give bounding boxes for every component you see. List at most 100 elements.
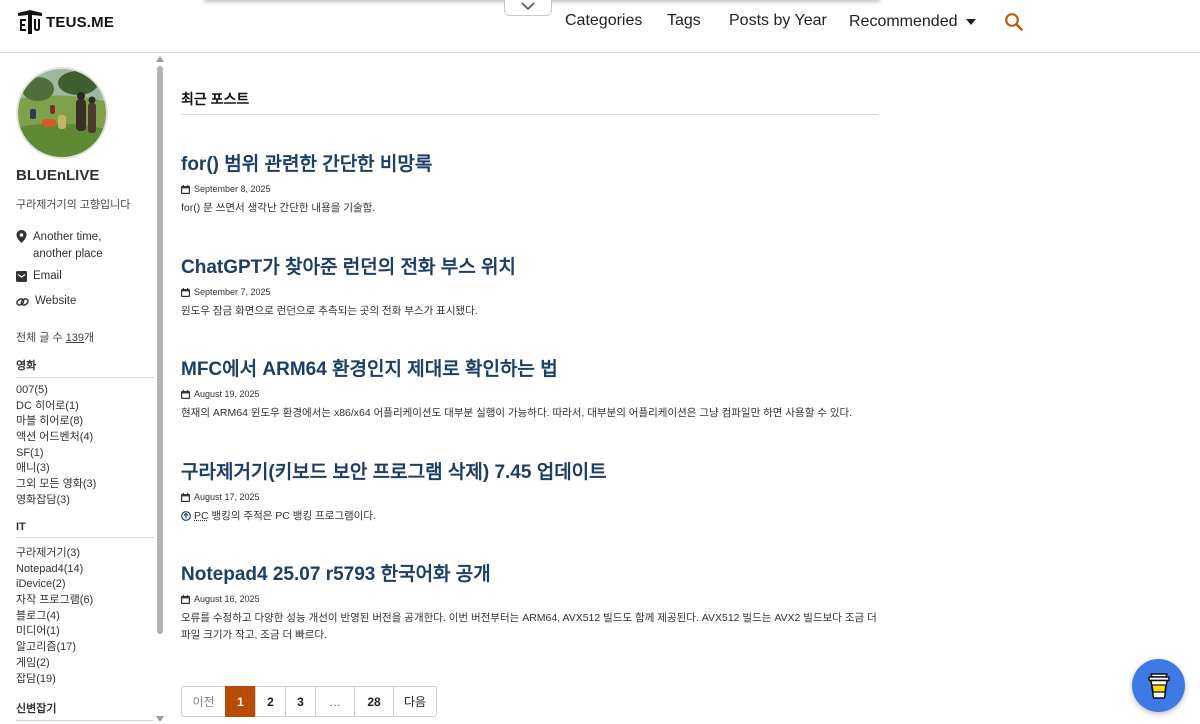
category-item[interactable]: 게임(2) (16, 656, 156, 672)
author-name: BLUEnLIVE (16, 167, 100, 184)
post-date: August 17, 2025 (181, 492, 881, 502)
category-item[interactable]: 마블 히어로(8) (16, 414, 156, 430)
category-heading-misc: 신변잡기 (16, 700, 154, 721)
chevron-down-icon (521, 2, 535, 11)
category-item[interactable]: 007(5) (16, 383, 156, 399)
nav-tags[interactable]: Tags (667, 12, 701, 32)
link-icon (16, 298, 29, 306)
post-title[interactable]: for() 범위 관련한 간단한 비망록 (181, 153, 881, 177)
pagination-prev-button[interactable]: 이전 (181, 686, 226, 717)
category-item[interactable]: iDevice(2) (16, 577, 156, 593)
nav-recommended-label: Recommended (849, 13, 958, 30)
category-item[interactable]: 구라제거기(3) (16, 546, 156, 562)
website-link[interactable]: Website (16, 295, 76, 308)
author-bio: 구라제거기의 고향입니다 (16, 199, 131, 211)
sidebar-scrollbar[interactable] (155, 56, 165, 724)
pagination-ellipsis: … (315, 686, 355, 717)
author-sidebar: BLUEnLIVE 구라제거기의 고향입니다 Another time, ano… (0, 53, 168, 724)
total-prefix: 전체 글 수 (16, 332, 66, 344)
post-item: ChatGPT가 찾아준 런던의 전화 부스 위치 September 7, 2… (181, 256, 881, 320)
excerpt-abbr: PC (194, 510, 209, 522)
category-item[interactable]: 잡담(19) (16, 672, 156, 688)
post-item: 구라제거기(키보드 보안 프로그램 삭제) 7.45 업데이트 August 1… (181, 461, 881, 525)
category-item[interactable]: 알고리즘(17) (16, 640, 156, 656)
site-header: TEUS.ME Categories Tags Posts by Year Re… (0, 0, 1200, 53)
category-item[interactable]: 미디어(1) (16, 624, 156, 640)
pagination-page[interactable]: 2 (255, 686, 286, 717)
caret-down-icon (965, 19, 976, 25)
pagination-page-last[interactable]: 28 (354, 686, 394, 717)
envelope-icon (16, 271, 27, 282)
location-line-1: Another time, (33, 231, 102, 243)
post-title[interactable]: Notepad4 25.07 r5793 한국어화 공개 (181, 563, 881, 587)
category-item[interactable]: 영화잡담(3) (16, 493, 156, 509)
post-title[interactable]: MFC에서 ARM64 환경인지 제대로 확인하는 법 (181, 358, 881, 382)
email-label: Email (33, 270, 62, 282)
category-item[interactable]: Notepad4(14) (16, 562, 156, 578)
buy-me-a-coffee-button[interactable] (1132, 659, 1185, 712)
site-logo[interactable]: TEUS.ME (16, 8, 114, 36)
pagination-page-current[interactable]: 1 (225, 686, 256, 717)
category-heading-movie: 영화 (16, 357, 154, 378)
location-line-2: another place (33, 248, 103, 260)
category-item[interactable]: 애니(3) (16, 461, 156, 477)
post-title[interactable]: ChatGPT가 찾아준 런던의 전화 부스 위치 (181, 256, 881, 280)
nav-recommended[interactable]: Recommended (849, 12, 976, 32)
pagination-next-button[interactable]: 다음 (393, 686, 437, 717)
category-item[interactable]: 블로그(4) (16, 609, 156, 625)
post-item: for() 범위 관련한 간단한 비망록 September 8, 2025 f… (181, 153, 881, 217)
calendar-icon (181, 389, 190, 399)
category-heading-it: IT (16, 521, 154, 538)
total-suffix: 개 (84, 332, 95, 344)
search-button[interactable] (1004, 12, 1024, 32)
section-title: 최근 포스트 (181, 91, 250, 107)
post-date-text: September 8, 2025 (194, 184, 271, 194)
post-title[interactable]: 구라제거기(키보드 보안 프로그램 삭제) 7.45 업데이트 (181, 461, 881, 485)
pagination-page[interactable]: 3 (285, 686, 316, 717)
post-date: September 7, 2025 (181, 287, 881, 297)
scroll-thumb[interactable] (157, 66, 163, 634)
post-date: August 19, 2025 (181, 389, 881, 399)
scroll-up-arrow-icon[interactable] (156, 56, 164, 62)
post-excerpt: 윈도우 잠금 화면으로 런던으로 추측되는 곳의 전화 부스가 표시됐다. (181, 305, 478, 317)
total-count[interactable]: 139 (66, 332, 84, 344)
circle-arrow-icon (181, 511, 191, 521)
total-post-count: 전체 글 수 139개 (16, 329, 94, 345)
map-pin-icon (16, 230, 27, 243)
post-excerpt: 오류를 수정하고 다양한 성능 개선이 반영된 버전을 공개한다. 이번 버전부… (181, 612, 877, 641)
post-date-text: August 16, 2025 (194, 594, 260, 604)
category-item[interactable]: SF(1) (16, 446, 156, 462)
post-date: August 16, 2025 (181, 594, 881, 604)
author-location: Another time, another place (16, 229, 103, 263)
avatar-image (18, 69, 106, 157)
category-item[interactable]: 액션 어드벤처(4) (16, 430, 156, 446)
post-item: MFC에서 ARM64 환경인지 제대로 확인하는 법 August 19, 2… (181, 358, 881, 422)
scroll-down-arrow-icon[interactable] (156, 716, 164, 722)
coffee-cup-icon (1147, 672, 1170, 699)
excerpt-text: 뱅킹의 주적은 PC 뱅킹 프로그램이다. (208, 510, 376, 522)
post-item: Notepad4 25.07 r5793 한국어화 공개 August 16, … (181, 563, 881, 644)
nav-categories[interactable]: Categories (565, 12, 642, 32)
collapse-toggle-button[interactable] (504, 0, 552, 16)
post-excerpt: for() 문 쓰면서 생각난 간단한 내용을 기술함. (181, 202, 376, 214)
nav-posts-by-year[interactable]: Posts by Year (729, 12, 827, 32)
calendar-icon (181, 287, 190, 297)
category-list-movie: 007(5) DC 히어로(1) 마블 히어로(8) 액션 어드벤처(4) SF… (16, 383, 156, 509)
post-date: September 8, 2025 (181, 184, 881, 194)
category-list-it: 구라제거기(3) Notepad4(14) iDevice(2) 자작 프로그램… (16, 546, 156, 687)
calendar-icon (181, 184, 190, 194)
pagination: 이전 1 2 3 … 28 다음 (181, 686, 437, 717)
email-link[interactable]: Email (16, 270, 62, 282)
search-icon (1005, 13, 1023, 31)
category-item[interactable]: 그외 모든 영화(3) (16, 477, 156, 493)
section-divider (181, 114, 878, 115)
calendar-icon (181, 492, 190, 502)
category-item[interactable]: 자작 프로그램(6) (16, 593, 156, 609)
avatar (16, 67, 108, 159)
post-excerpt: PC 뱅킹의 주적은 PC 뱅킹 프로그램이다. (181, 508, 881, 525)
logo-text: TEUS.ME (46, 13, 115, 31)
post-date-text: August 19, 2025 (194, 389, 260, 399)
post-date-text: September 7, 2025 (194, 287, 271, 297)
post-date-text: August 17, 2025 (194, 492, 260, 502)
category-item[interactable]: DC 히어로(1) (16, 399, 156, 415)
